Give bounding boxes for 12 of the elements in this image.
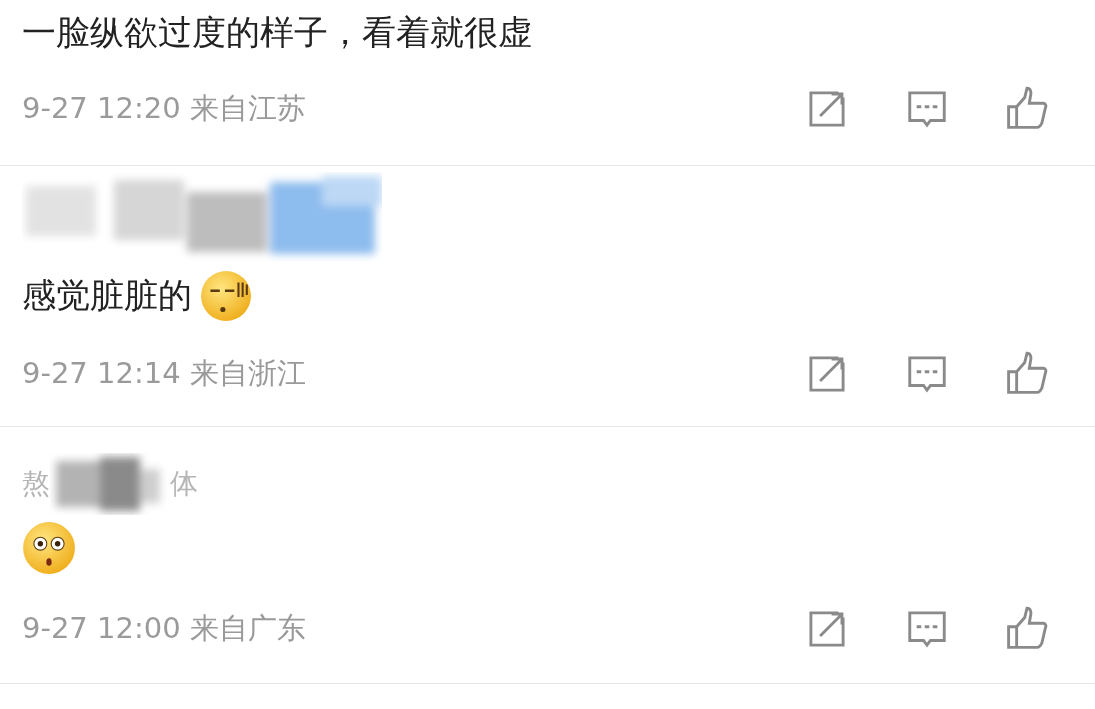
thumbs-up-icon[interactable] — [1004, 85, 1050, 132]
thumbs-up-icon[interactable] — [1004, 605, 1050, 652]
shocked-emoji-icon — [22, 520, 76, 575]
sleepy-emoji-icon — [200, 269, 252, 322]
comment-meta: 9-27 12:14 来自浙江 — [22, 354, 306, 392]
thumbs-up-icon[interactable] — [1004, 350, 1050, 397]
comment-meta: 9-27 12:20 来自江苏 — [22, 89, 306, 127]
comment-text: 一脸纵欲过度的样子，看着就很虚 — [22, 12, 532, 53]
username-fragment: 体 — [170, 465, 198, 502]
comment-text: 感觉脏脏的 — [22, 275, 192, 317]
username-fragment: 熬 — [22, 465, 50, 502]
comment-meta: 9-27 12:00 来自广东 — [22, 609, 306, 647]
